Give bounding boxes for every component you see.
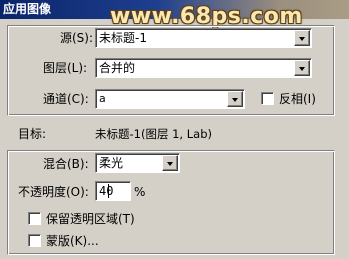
chevron-down-icon [232,98,238,102]
opacity-input[interactable]: 40 [95,181,131,201]
blending-value: 柔光 [99,156,124,170]
invert-checkbox[interactable] [261,92,274,105]
mask-label[interactable]: 蒙版(K)... [46,234,99,248]
channel-dropdown-button[interactable] [227,91,243,107]
mask-checkbox[interactable] [28,234,41,247]
layer-select[interactable]: 合并的 [95,58,312,78]
layer-dropdown-button[interactable] [294,60,310,76]
channel-label: 通道(C): [43,92,89,106]
target-label: 目标: [18,127,47,141]
channel-select[interactable]: a [95,89,245,109]
preserve-transparency-checkbox[interactable] [28,212,41,225]
target-value: 未标题-1(图层 1, Lab) [95,127,212,141]
layer-label: 图层(L): [43,61,88,75]
opacity-value: 40 [99,184,114,198]
source-value: 未标题-1 [99,31,147,45]
chevron-down-icon [167,162,173,166]
layer-value: 合并的 [99,61,136,75]
blending-label: 混合(B): [43,157,89,171]
source-dropdown-button[interactable] [294,30,310,46]
blending-dropdown-button[interactable] [162,155,178,171]
chevron-down-icon [299,37,305,41]
opacity-unit: % [134,185,146,199]
source-select[interactable]: 未标题-1 [95,28,312,48]
chevron-down-icon [299,67,305,71]
window-title: 应用图像 [3,2,52,16]
opacity-label: 不透明度(O): [18,185,89,199]
blending-select[interactable]: 柔光 [95,153,180,173]
channel-value: a [99,92,106,105]
invert-label[interactable]: 反相(I) [279,92,316,106]
source-label: 源(S): [60,31,94,45]
text-caret [108,184,109,198]
preserve-transparency-label[interactable]: 保留透明区域(T) [46,212,135,226]
